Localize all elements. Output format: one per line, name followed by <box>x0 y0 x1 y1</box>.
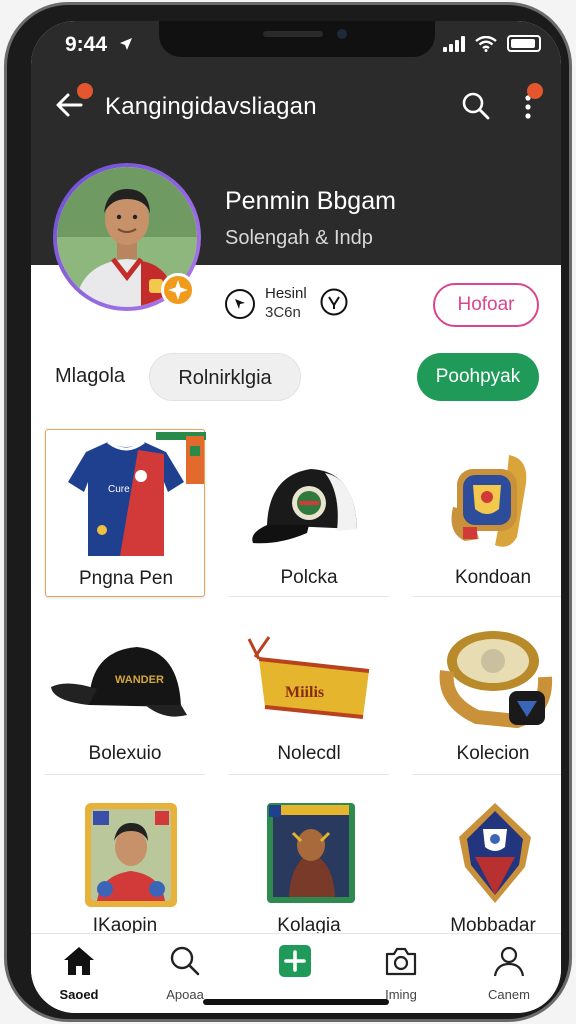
nav-search[interactable]: Apoaa <box>145 944 225 1002</box>
svg-text:WANDER: WANDER <box>115 674 164 686</box>
nav-home[interactable]: Saoed <box>39 944 119 1002</box>
item-label: Bolexuio <box>88 743 162 764</box>
notification-dot <box>527 83 543 99</box>
status-icons <box>443 35 541 52</box>
add-icon <box>279 945 311 977</box>
notification-dot <box>77 83 93 99</box>
character-card-icon <box>267 803 355 903</box>
stat-line-2: 3C6n <box>265 304 301 321</box>
filter-chip[interactable]: Rolnirklgia <box>149 353 301 401</box>
signal-icon <box>443 35 465 52</box>
follow-button[interactable]: Hofoar <box>433 283 539 327</box>
profile-subtitle: Solengah & Indp <box>225 227 373 249</box>
phone-frame: 9:44 Kangingidavsliagan Penmin Bbgam Sol… <box>4 2 572 1022</box>
filter-all[interactable]: Mlagola <box>55 365 125 388</box>
grid-item-black-cap[interactable]: WANDER Bolexuio <box>45 621 205 775</box>
svg-text:Miilis: Miilis <box>285 684 324 701</box>
verified-badge-icon <box>161 273 195 307</box>
stat-line-1: Hesinl <box>265 285 307 302</box>
cap-icon <box>252 469 357 544</box>
nav-label: Canem <box>488 987 530 1002</box>
filter-row: Mlagola Rolnirklgia Poohpyak <box>31 351 561 403</box>
grid-item-ring[interactable]: Kolecion <box>413 621 561 775</box>
item-label: Nolecdl <box>277 743 341 764</box>
grid-item-scarf[interactable]: Miilis Nolecdl <box>229 621 389 775</box>
badge-icon <box>459 803 531 903</box>
scarf-icon: Miilis <box>247 636 370 719</box>
camera-icon <box>385 947 417 976</box>
item-label: Polcka <box>280 567 338 588</box>
jersey-icon: Cure <box>68 432 206 556</box>
grid-item-cap[interactable]: Polcka <box>229 429 389 597</box>
grid-item-badge[interactable]: Mobbadar <box>413 797 561 937</box>
grid-item-player-card[interactable]: IKaopin <box>45 797 205 937</box>
home-icon <box>64 947 94 975</box>
profile-stats: Hesinl 3C6n <box>265 285 307 321</box>
item-label: Pngna Pen <box>78 568 174 589</box>
svg-text:Cure: Cure <box>108 484 130 495</box>
app-bar: Kangingidavsliagan <box>31 83 561 127</box>
player-card-icon <box>85 803 177 907</box>
wifi-icon <box>475 35 497 52</box>
nav-label: Saoed <box>59 987 99 1002</box>
ring-icon <box>439 631 553 729</box>
search-icon <box>170 946 200 976</box>
nav-profile[interactable]: Canem <box>469 944 549 1002</box>
location-arrow-icon <box>120 38 132 50</box>
battery-icon <box>507 35 541 52</box>
primary-action-button[interactable]: Poohpyak <box>417 353 539 401</box>
profile-icon <box>493 946 525 977</box>
nav-camera[interactable]: Iming <box>361 944 441 1002</box>
page-title: Kangingidavsliagan <box>105 93 317 120</box>
profile-name: Penmin Bbgam <box>225 187 396 215</box>
home-indicator[interactable] <box>203 999 389 1005</box>
grid-item-watch[interactable]: Kondoan <box>413 429 561 597</box>
screen: 9:44 Kangingidavsliagan Penmin Bbgam Sol… <box>31 21 561 1013</box>
status-bar: 9:44 <box>31 21 561 69</box>
watch-icon <box>451 455 527 547</box>
grid-item-character-card[interactable]: Kolagia <box>229 797 389 937</box>
status-time: 9:44 <box>65 33 108 56</box>
item-label: Kondoan <box>454 567 532 588</box>
grid-item-jersey[interactable]: Cure Pngna Pen <box>45 429 206 597</box>
nav-add[interactable] <box>255 944 335 987</box>
search-icon[interactable] <box>459 89 493 123</box>
item-label: Kolecion <box>456 743 530 764</box>
location-icon <box>225 289 255 319</box>
cap-black-icon: WANDER <box>51 647 187 717</box>
info-icon[interactable] <box>319 287 349 317</box>
